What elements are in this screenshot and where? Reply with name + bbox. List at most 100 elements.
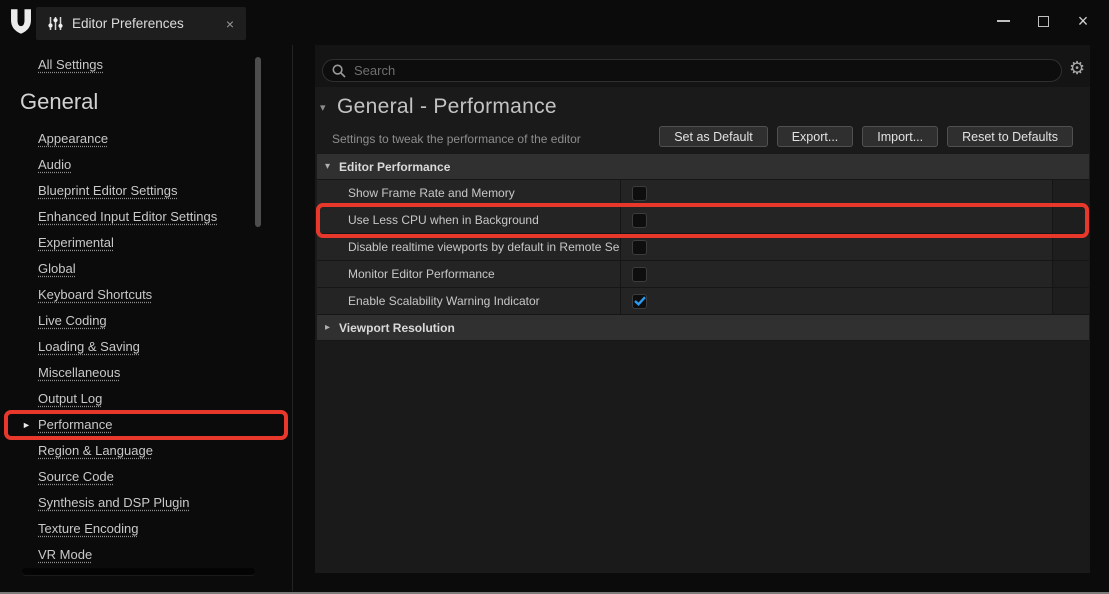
check-icon [634,296,646,306]
settings-sidebar: All Settings General Appearance Audio Blue… [0,45,292,594]
sidebar-item-loading-saving[interactable]: Loading & Saving [0,334,292,360]
setting-value-cell [620,288,1052,314]
section-header-label: Editor Performance [339,160,450,174]
settings-row-use-less-cpu-when-in-background: Use Less CPU when in Background [317,207,1089,234]
set-as-default-button[interactable]: Set as Default [659,126,768,147]
sidebar-item-enhanced-input-editor-settings[interactable]: Enhanced Input Editor Settings [0,204,292,230]
sidebar-item-label: Appearance [38,131,108,146]
search-input[interactable] [354,63,1061,78]
sidebar-item-label: Region & Language [38,443,153,458]
sidebar-item-performance[interactable]: ► Performance [0,412,292,438]
sidebar-item-label: Loading & Saving [38,339,140,354]
sidebar-item-label: Source Code [38,469,114,484]
sidebar-item-label: Texture Encoding [38,521,138,536]
sidebar-divider [292,45,293,591]
window-controls: × [983,6,1103,36]
sidebar-item-keyboard-shortcuts[interactable]: Keyboard Shortcuts [0,282,292,308]
section-collapsed-icon: ▸ [325,322,339,333]
maximize-icon [1038,16,1049,27]
sidebar-item-experimental[interactable]: Experimental [0,230,292,256]
reset-to-defaults-button[interactable]: Reset to Defaults [947,126,1073,147]
tab-title: Editor Preferences [72,16,184,31]
setting-label: Monitor Editor Performance [317,261,620,287]
sidebar-item-label: Enhanced Input Editor Settings [38,209,217,224]
minimize-icon [997,20,1010,22]
checkbox-monitor-editor-performance[interactable] [632,267,647,282]
sidebar-item-label: Experimental [38,235,114,250]
section-header-viewport-resolution[interactable]: ▸Viewport Resolution [317,315,1089,341]
minimize-button[interactable] [983,6,1023,36]
sidebar-item-appearance[interactable]: Appearance [0,126,292,152]
all-settings-link[interactable]: All Settings [38,57,103,72]
checkbox-use-less-cpu-when-in-background[interactable] [632,213,647,228]
setting-reset-cell [1052,180,1089,206]
tab-editor-preferences[interactable]: Editor Preferences × [36,7,246,40]
setting-label: Enable Scalability Warning Indicator [317,288,620,314]
sidebar-item-audio[interactable]: Audio [0,152,292,178]
setting-reset-cell [1052,234,1089,260]
import-button[interactable]: Import... [862,126,938,147]
maximize-button[interactable] [1023,6,1063,36]
sidebar-item-output-log[interactable]: Output Log [0,386,292,412]
tab-close-icon[interactable]: × [226,17,234,31]
sidebar-item-texture-encoding[interactable]: Texture Encoding [0,516,292,542]
sidebar-item-label: VR Mode [38,547,92,562]
sidebar-item-region-language[interactable]: Region & Language [0,438,292,464]
sidebar-horizontal-scrollbar[interactable] [22,568,255,575]
setting-label: Show Frame Rate and Memory [317,180,620,206]
sidebar-item-label: Performance [38,417,112,432]
search-box[interactable] [322,59,1062,82]
sidebar-scrollbar-thumb[interactable] [255,57,261,227]
setting-reset-cell [1052,288,1089,314]
heading-collapse-icon[interactable]: ▾ [320,101,326,114]
setting-value-cell [620,234,1052,260]
settings-row-enable-scalability-warning-indicator: Enable Scalability Warning Indicator [317,288,1089,315]
setting-label: Disable realtime viewports by default in… [317,234,620,260]
sidebar-item-label: Global [38,261,76,276]
settings-row-show-frame-rate-and-memory: Show Frame Rate and Memory [317,180,1089,207]
page-title: General - Performance [337,95,557,119]
title-bar: Editor Preferences × × [0,0,1109,45]
editor-preferences-window: Editor Preferences × × All Settings Gene… [0,0,1109,594]
setting-reset-cell [1052,207,1089,233]
setting-value-cell [620,180,1052,206]
sidebar-item-blueprint-editor-settings[interactable]: Blueprint Editor Settings [0,178,292,204]
sidebar-item-synthesis-and-dsp-plugin[interactable]: Synthesis and DSP Plugin [0,490,292,516]
sidebar-item-label: Blueprint Editor Settings [38,183,177,198]
sidebar-item-source-code[interactable]: Source Code [0,464,292,490]
setting-reset-cell [1052,261,1089,287]
unreal-engine-logo-icon [7,6,35,36]
settings-row-monitor-editor-performance: Monitor Editor Performance [317,261,1089,288]
section-header-label: Viewport Resolution [339,321,455,335]
section-header-editor-performance[interactable]: ▾Editor Performance [317,154,1089,180]
sidebar-item-miscellaneous[interactable]: Miscellaneous [0,360,292,386]
sidebar-category-heading: General [20,89,98,115]
checkbox-enable-scalability-warning-indicator[interactable] [632,294,647,309]
export-button[interactable]: Export... [777,126,854,147]
setting-label: Use Less CPU when in Background [317,207,620,233]
checkbox-disable-realtime-viewports-by-default-in-remote-sessi[interactable] [632,240,647,255]
selected-arrow-icon: ► [22,412,31,438]
sidebar-item-label: Live Coding [38,313,107,328]
sidebar-item-label: Miscellaneous [38,365,120,380]
sidebar-item-label: Audio [38,157,71,172]
sidebar-item-live-coding[interactable]: Live Coding [0,308,292,334]
sidebar-item-vr-mode[interactable]: VR Mode [0,542,292,568]
checkbox-show-frame-rate-and-memory[interactable] [632,186,647,201]
sidebar-item-label: Synthesis and DSP Plugin [38,495,190,510]
setting-value-cell [620,207,1052,233]
sidebar-item-global[interactable]: Global [0,256,292,282]
close-button[interactable]: × [1063,6,1103,36]
setting-value-cell [620,261,1052,287]
sliders-icon [48,16,63,31]
sidebar-item-label: Output Log [38,391,102,406]
section-expanded-icon: ▾ [325,161,339,172]
header-buttons: Set as Default Export... Import... Reset to… [317,126,1073,147]
settings-table: ▾Editor PerformanceShow Frame Rate and M… [317,154,1089,341]
settings-row-disable-realtime-viewports-by-default-in-remote-sessi: Disable realtime viewports by default in… [317,234,1089,261]
sidebar-item-label: Keyboard Shortcuts [38,287,152,302]
close-icon: × [1078,12,1089,30]
search-icon [332,64,346,78]
sidebar-item-list: Appearance Audio Blueprint Editor Settings… [0,126,292,568]
settings-gear-icon[interactable]: ⚙ [1069,58,1085,79]
